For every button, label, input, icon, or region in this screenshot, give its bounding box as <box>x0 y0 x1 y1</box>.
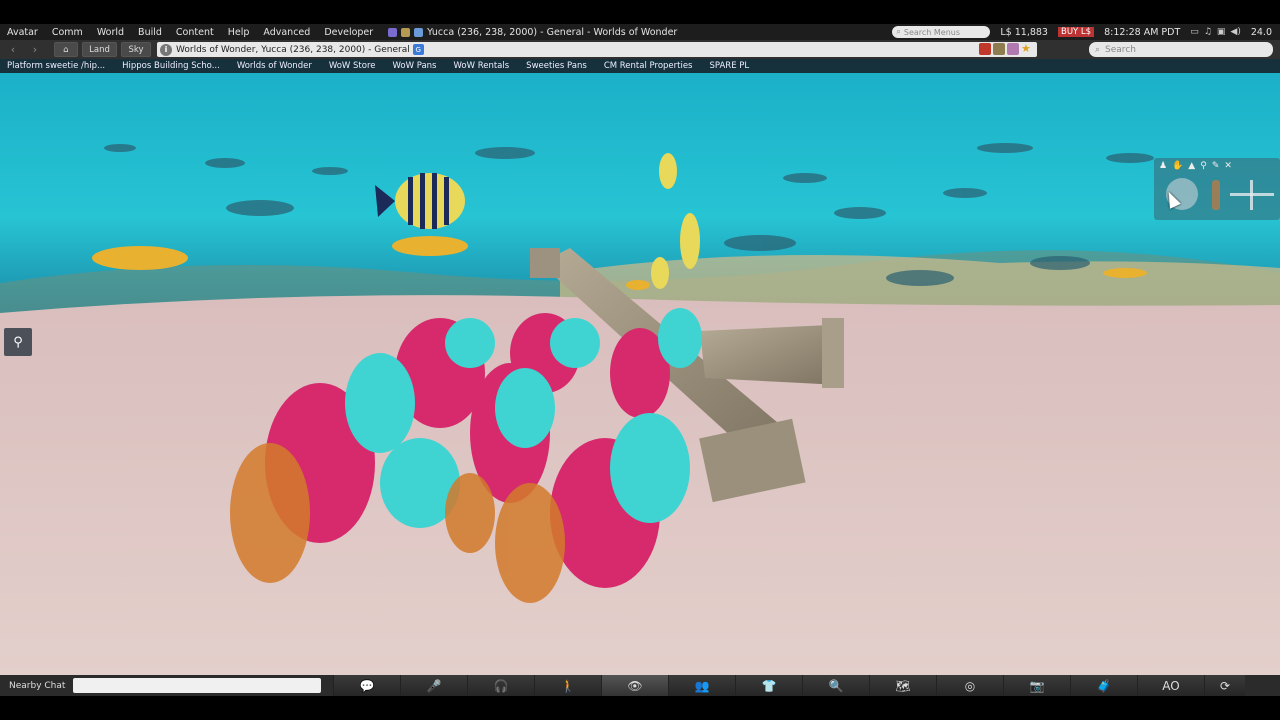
back-arrow-icon[interactable]: ‹ <box>4 42 22 57</box>
clock: 8:12:28 AM PDT <box>1104 26 1181 38</box>
status-icons: ▭ ♫ ▣ ◀) <box>1190 27 1241 37</box>
favorite-star-icon[interactable]: ★ <box>1021 43 1033 55</box>
close-icon[interactable]: ✕ <box>1224 161 1232 171</box>
no-build-icon <box>993 43 1005 55</box>
pin-view-icon[interactable]: ✎ <box>1212 161 1220 171</box>
menu-help[interactable]: Help <box>221 27 257 38</box>
favorite-link[interactable]: Worlds of Wonder <box>230 61 312 71</box>
favorite-link[interactable]: WoW Store <box>322 61 376 71</box>
microphone-icon[interactable]: 🎤 <box>400 675 467 696</box>
menu-content[interactable]: Content <box>169 27 221 38</box>
walk-icon[interactable]: 🚶 <box>534 675 601 696</box>
menu-search-placeholder: Search Menus <box>903 27 961 37</box>
balance[interactable]: L$ 11,883 <box>1000 27 1048 38</box>
window-title-text: Yucca (236, 238, 2000) - General - World… <box>427 26 678 38</box>
location-text: Worlds of Wonder, Yucca (236, 238, 2000)… <box>176 44 410 55</box>
flight-icon <box>414 27 424 37</box>
shirt-icon[interactable]: 👕 <box>735 675 802 696</box>
zoom-slider[interactable] <box>1212 180 1220 210</box>
buy-currency-button[interactable]: BUY L$ <box>1057 27 1095 37</box>
world-viewport[interactable]: ♟ ✋ ▲ ⚲ ✎ ✕ <box>0 73 1280 675</box>
favorite-link[interactable]: Hippos Building Scho... <box>115 61 220 71</box>
parcel-icon <box>401 27 411 37</box>
window-title: Yucca (236, 238, 2000) - General - World… <box>388 27 677 38</box>
camera-presets: ♟ ✋ ▲ ⚲ ✎ ✕ <box>1154 158 1280 174</box>
headphones-icon[interactable]: 🎧 <box>467 675 534 696</box>
media-icon[interactable]: ▣ <box>1217 27 1226 37</box>
home-icon: ⌂ <box>63 44 69 55</box>
hat-view-icon[interactable]: ▲ <box>1188 161 1195 171</box>
search-icon: ⌕ <box>1095 44 1101 55</box>
nearby-chat-label[interactable]: Nearby Chat <box>0 681 72 691</box>
menu-avatar[interactable]: Avatar <box>0 27 45 38</box>
eye-icon[interactable]: 👁 <box>601 675 668 696</box>
favorite-link[interactable]: WoW Pans <box>386 61 437 71</box>
menu-world[interactable]: World <box>90 27 131 38</box>
favorite-link[interactable]: CM Rental Properties <box>597 61 693 71</box>
favorites-bar: Platform sweetie /hip... Hippos Building… <box>0 59 1280 73</box>
chat-input[interactable] <box>73 678 321 693</box>
inventory-icon[interactable]: 🧳 <box>1070 675 1137 696</box>
land-button[interactable]: Land <box>82 42 117 57</box>
location-pin-icon[interactable]: ⚲ <box>4 328 32 356</box>
underwater-scene <box>0 73 1280 675</box>
menu-build[interactable]: Build <box>131 27 169 38</box>
search-placeholder: Search <box>1105 44 1136 55</box>
parcel-flags: ★ <box>979 43 1033 55</box>
ao-icon[interactable]: AO <box>1137 675 1204 696</box>
search-input[interactable]: ⌕ Search <box>1089 42 1273 57</box>
map-icon[interactable]: 🗺 <box>869 675 936 696</box>
minimap-icon[interactable]: ◎ <box>936 675 1003 696</box>
search-icon: ⌕ <box>896 27 901 36</box>
sky-button[interactable]: Sky <box>121 42 151 57</box>
hand-view-icon[interactable]: ✋ <box>1172 161 1183 171</box>
monitor-icon[interactable]: ▭ <box>1190 27 1199 37</box>
status-area: ⌕ Search Menus L$ 11,883 BUY L$ 8:12:28 … <box>892 24 1280 40</box>
no-fly-icon <box>979 43 991 55</box>
no-scripts-icon <box>1007 43 1019 55</box>
menu-search-input[interactable]: ⌕ Search Menus <box>892 26 991 38</box>
camera-icon[interactable]: 📷 <box>1003 675 1070 696</box>
toolbar-buttons: 💬 🎤 🎧 🚶 👁 👥 👕 🔍 🗺 ◎ 📷 🧳 AO ⟳ <box>333 675 1245 696</box>
info-icon[interactable]: i <box>160 43 172 56</box>
object-view-icon[interactable]: ⚲ <box>1200 161 1207 171</box>
volume-icon[interactable]: ◀) <box>1230 27 1240 37</box>
home-button[interactable]: ⌂ <box>54 42 78 57</box>
favorite-link[interactable]: SPARE PL <box>703 61 750 71</box>
letterbox-bottom <box>0 696 1280 720</box>
pan-joystick[interactable] <box>1230 180 1274 210</box>
music-icon[interactable]: ♫ <box>1204 27 1212 37</box>
forward-arrow-icon[interactable]: › <box>26 42 44 57</box>
avatar-view-icon[interactable]: ♟ <box>1159 161 1167 171</box>
menu-bar: Avatar Comm World Build Content Help Adv… <box>0 24 1280 40</box>
bottom-toolbar: Nearby Chat 💬 🎤 🎧 🚶 👁 👥 👕 🔍 🗺 ◎ 📷 🧳 AO ⟳ <box>0 675 1280 696</box>
speech-bubble-icon[interactable]: 💬 <box>333 675 400 696</box>
fps-readout: 24.0 <box>1250 26 1272 38</box>
favorite-link[interactable]: WoW Rentals <box>446 61 509 71</box>
rating-badge-icon[interactable]: G <box>412 44 424 55</box>
refresh-icon[interactable]: ⟳ <box>1204 675 1245 696</box>
letterbox-top <box>0 0 1280 24</box>
search-icon[interactable]: 🔍 <box>802 675 869 696</box>
favorite-link[interactable]: Sweeties Pans <box>519 61 587 71</box>
people-icon[interactable]: 👥 <box>668 675 735 696</box>
favorite-link[interactable]: Platform sweetie /hip... <box>0 61 105 71</box>
script-icon <box>388 27 398 37</box>
menu-advanced[interactable]: Advanced <box>256 27 317 38</box>
menu-developer[interactable]: Developer <box>317 27 380 38</box>
navigation-bar: ‹ › ⌂ Land Sky i Worlds of Wonder, Yucca… <box>0 40 1280 59</box>
menu-comm[interactable]: Comm <box>45 27 90 38</box>
location-input[interactable]: i Worlds of Wonder, Yucca (236, 238, 200… <box>157 42 1037 57</box>
